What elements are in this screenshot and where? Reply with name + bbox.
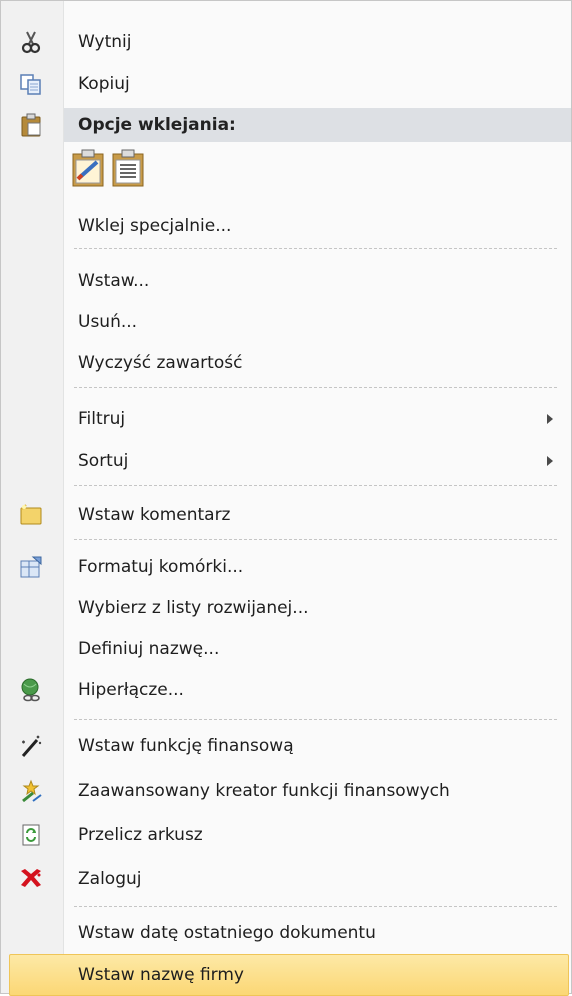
menu-item-clear-contents[interactable]: Wyczyść zawartość <box>1 343 571 383</box>
menu-item-cut[interactable]: Wytnij <box>1 22 571 62</box>
separator <box>74 485 557 486</box>
paste-clipboard-icon <box>21 113 41 137</box>
menu-item-hyperlink[interactable]: Hiperłącze... <box>1 670 571 710</box>
context-menu: Wytnij Kopiuj Opcje wklejania: Wklej spe… <box>0 0 572 996</box>
separator <box>74 387 557 388</box>
menu-item-label: Wstaw nazwę firmy <box>78 965 244 985</box>
scissors-icon <box>21 31 41 54</box>
hyperlink-globe-icon <box>21 678 40 702</box>
menu-item-label: Formatuj komórki... <box>78 557 244 577</box>
menu-item-label: Wstaw funkcję finansową <box>78 736 294 756</box>
paste-values-button[interactable] <box>111 148 147 188</box>
menu-item-login[interactable]: Zaloguj <box>1 859 571 899</box>
menu-item-insert-company-name[interactable]: Wstaw nazwę firmy <box>9 954 569 996</box>
copy-icon <box>20 74 41 95</box>
separator <box>74 906 557 907</box>
separator <box>74 248 557 249</box>
menu-item-label: Hiperłącze... <box>78 680 184 700</box>
menu-item-label: Wstaw komentarz <box>78 505 231 525</box>
menu-item-label: Kopiuj <box>78 74 130 94</box>
magic-wand-icon <box>21 735 42 757</box>
menu-item-define-name[interactable]: Definiuj nazwę... <box>1 629 571 669</box>
submenu-arrow-icon <box>547 414 553 424</box>
menu-item-advanced-wizard[interactable]: Zaawansowany kreator funkcji finansowych <box>1 771 571 811</box>
wizard-icon <box>22 779 42 803</box>
menu-item-insert-comment[interactable]: Wstaw komentarz <box>1 495 571 535</box>
separator <box>74 719 557 720</box>
menu-item-label: Filtruj <box>78 409 126 429</box>
menu-item-pick-from-list[interactable]: Wybierz z listy rozwijanej... <box>1 588 571 628</box>
login-logo-icon <box>21 869 41 887</box>
menu-item-recalculate-sheet[interactable]: Przelicz arkusz <box>1 815 571 855</box>
paste-options-title: Opcje wklejania: <box>78 115 236 135</box>
menu-item-delete[interactable]: Usuń... <box>1 302 571 342</box>
menu-item-label: Przelicz arkusz <box>78 825 203 845</box>
menu-item-label: Sortuj <box>78 451 129 471</box>
menu-item-insert-last-document-date[interactable]: Wstaw datę ostatniego dokumentu <box>1 913 571 953</box>
menu-item-label: Wyczyść zawartość <box>78 353 243 373</box>
paste-options-header: Opcje wklejania: <box>64 108 571 142</box>
recalculate-icon <box>22 824 40 846</box>
menu-item-insert[interactable]: Wstaw... <box>1 261 571 301</box>
menu-item-format-cells[interactable]: Formatuj komórki... <box>1 547 571 587</box>
menu-item-label: Zaawansowany kreator funkcji finansowych <box>78 781 450 801</box>
menu-item-label: Wstaw datę ostatniego dokumentu <box>78 923 376 943</box>
paste-values-icon <box>112 149 144 187</box>
menu-item-label: Wklej specjalnie... <box>78 216 232 236</box>
comment-icon <box>20 504 42 525</box>
paste-formatting-icon <box>72 149 104 187</box>
menu-item-label: Zaloguj <box>78 869 142 889</box>
menu-item-insert-financial-function[interactable]: Wstaw funkcję finansową <box>1 726 571 766</box>
menu-item-label: Wybierz z listy rozwijanej... <box>78 598 309 618</box>
menu-item-label: Usuń... <box>78 312 138 332</box>
menu-item-label: Definiuj nazwę... <box>78 639 220 659</box>
menu-item-label: Wytnij <box>78 32 132 52</box>
format-cells-icon <box>20 556 42 578</box>
menu-item-sort[interactable]: Sortuj <box>1 441 571 481</box>
separator <box>74 539 557 540</box>
menu-item-filter[interactable]: Filtruj <box>1 399 571 439</box>
menu-item-copy[interactable]: Kopiuj <box>1 64 571 104</box>
menu-item-label: Wstaw... <box>78 271 150 291</box>
menu-item-paste-special[interactable]: Wklej specjalnie... <box>1 206 571 246</box>
submenu-arrow-icon <box>547 456 553 466</box>
paste-formatting-button[interactable] <box>71 148 107 188</box>
